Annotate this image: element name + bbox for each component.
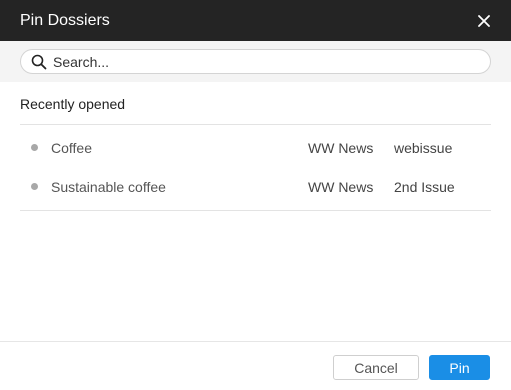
dialog-title: Pin Dossiers: [20, 11, 110, 29]
search-input[interactable]: [53, 53, 480, 70]
pin-button[interactable]: Pin: [429, 355, 490, 380]
close-icon[interactable]: [473, 10, 495, 32]
list-item[interactable]: Sustainable coffee WW News 2nd Issue: [20, 167, 491, 206]
recently-opened-heading: Recently opened: [20, 95, 491, 125]
recent-dossier-list: Coffee WW News webissue Sustainable coff…: [20, 125, 491, 211]
dossier-issue: 2nd Issue: [394, 178, 455, 195]
list-item[interactable]: Coffee WW News webissue: [20, 128, 491, 167]
dialog-titlebar: Pin Dossiers: [0, 0, 511, 41]
cancel-button[interactable]: Cancel: [333, 355, 419, 380]
bullet-icon: [31, 183, 38, 190]
dossier-publication: WW News: [308, 178, 374, 195]
dossier-name: Sustainable coffee: [51, 178, 166, 195]
search-box[interactable]: [20, 49, 491, 74]
dossier-name: Coffee: [51, 139, 92, 156]
pin-dossiers-dialog: Pin Dossiers Recently opened Coffee WW N…: [0, 0, 511, 390]
search-bar: [0, 41, 511, 82]
dossier-issue: webissue: [394, 139, 453, 156]
bullet-icon: [31, 144, 38, 151]
dialog-footer: Cancel Pin: [0, 341, 511, 390]
dossier-publication: WW News: [308, 139, 374, 156]
search-icon: [31, 54, 47, 70]
